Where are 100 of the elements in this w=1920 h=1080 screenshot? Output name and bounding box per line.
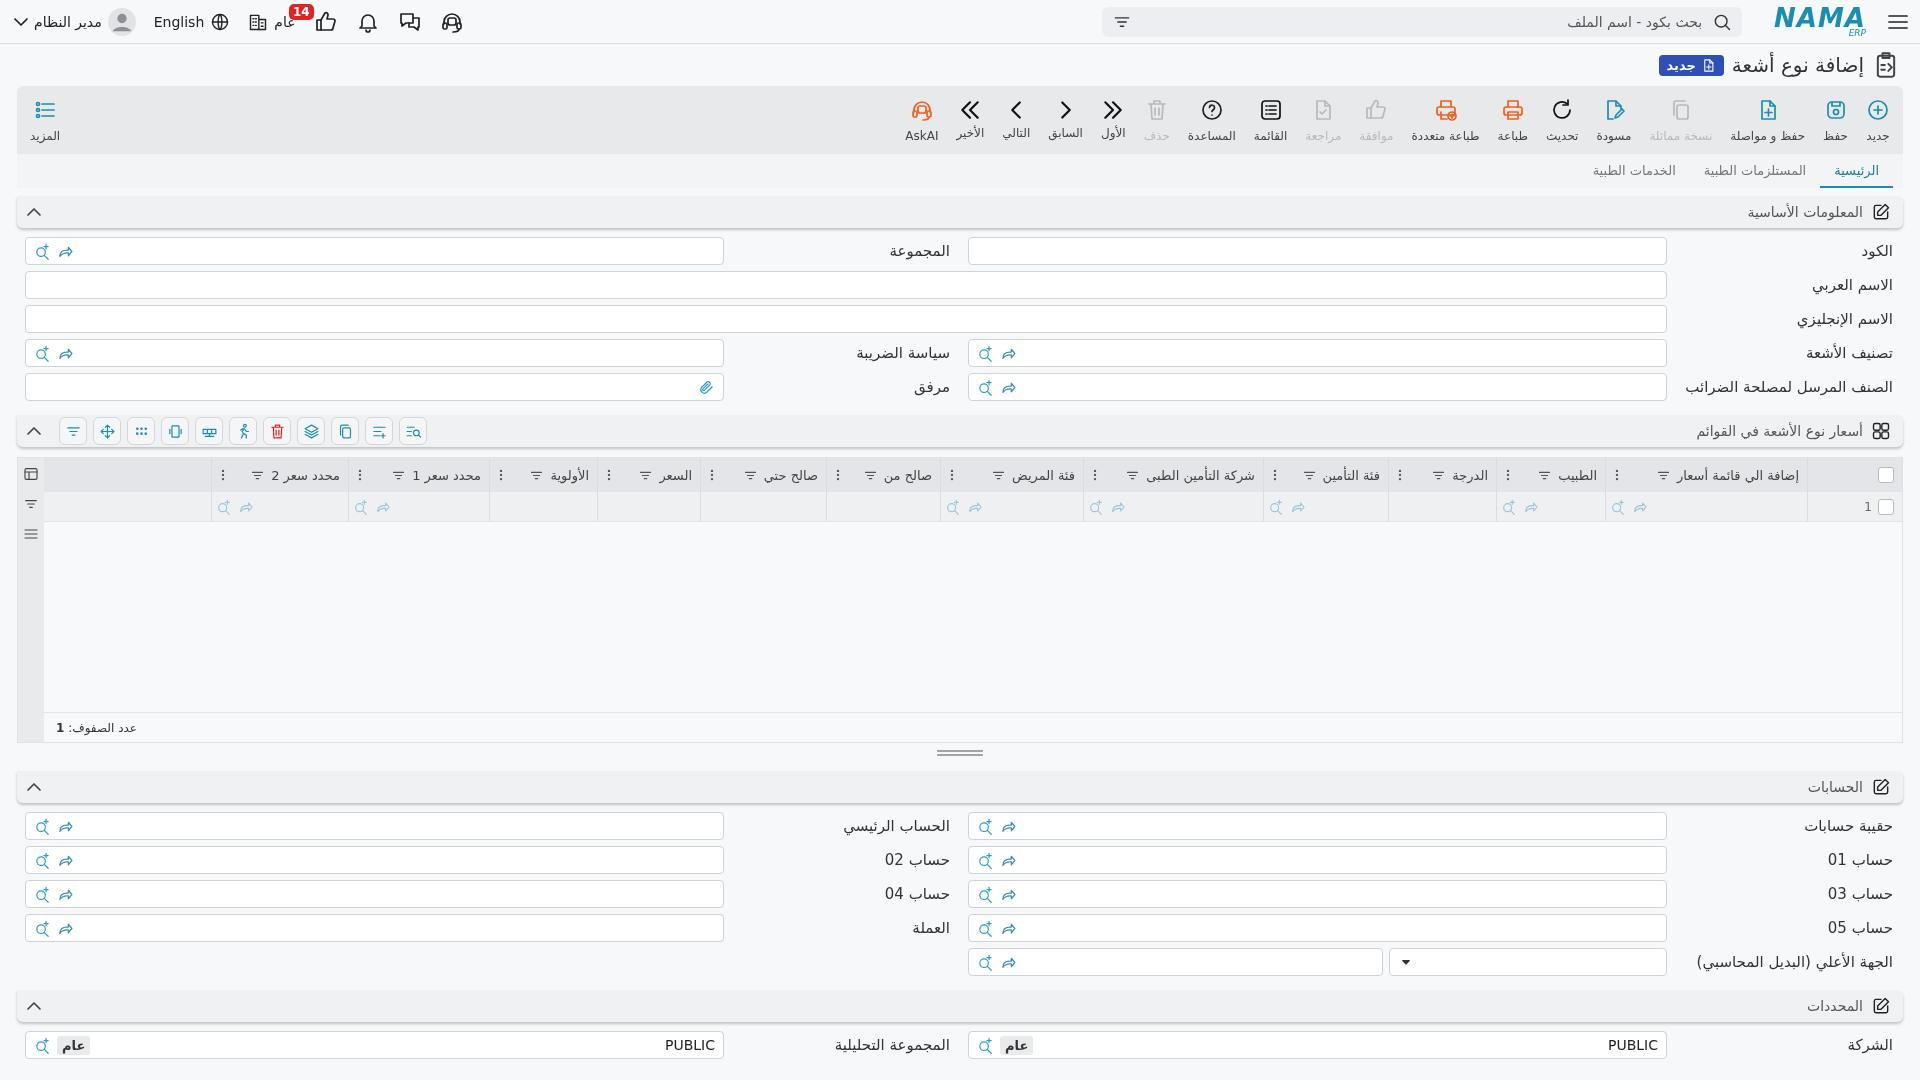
search-plus-icon[interactable] <box>34 919 51 937</box>
printer-icon <box>1500 97 1525 122</box>
lookup-field[interactable] <box>25 846 724 874</box>
search-plus-icon[interactable] <box>977 919 994 937</box>
menu-icon[interactable] <box>23 526 39 542</box>
resize-handle[interactable] <box>936 749 984 757</box>
search-plus-icon[interactable] <box>977 1036 994 1054</box>
lookup-field[interactable] <box>25 880 724 908</box>
checkbox[interactable] <box>1878 467 1894 483</box>
grid-tool-button[interactable] <box>297 417 325 445</box>
toolbar-button[interactable]: حفظ <box>1814 97 1857 143</box>
move-icon <box>98 422 116 440</box>
toolbar-button[interactable]: السابق <box>1039 100 1092 140</box>
text-field[interactable] <box>968 237 1667 265</box>
search-plus-icon[interactable] <box>353 498 369 515</box>
language-button[interactable]: English <box>153 11 231 32</box>
tab[interactable]: الرئيسية <box>1820 154 1893 188</box>
lookup-field[interactable] <box>25 812 724 840</box>
grid-tool-button[interactable] <box>331 417 359 445</box>
paperclip-icon[interactable] <box>698 378 715 396</box>
toolbar-button[interactable]: التالي <box>993 100 1040 140</box>
user-menu[interactable]: مدير النظام <box>14 7 136 36</box>
search-plus-icon[interactable] <box>1268 498 1284 515</box>
lookup-field[interactable] <box>968 339 1667 367</box>
tab[interactable]: المستلزمات الطبية <box>1689 154 1821 188</box>
field-label: الاسم الإنجليزي <box>1795 309 1894 331</box>
grid-tool-button[interactable] <box>365 417 393 445</box>
search-plus-icon[interactable] <box>34 242 51 260</box>
search-plus-icon[interactable] <box>977 851 994 869</box>
collapse-button[interactable] <box>27 427 41 435</box>
lookup-field[interactable] <box>25 339 724 367</box>
toolbar-button[interactable]: حفظ و مواصلة <box>1721 97 1815 143</box>
search-plus-icon[interactable] <box>216 498 232 515</box>
search-plus-icon[interactable] <box>977 885 994 903</box>
grid-tool-button[interactable] <box>127 417 155 445</box>
search-plus-icon[interactable] <box>1088 498 1104 515</box>
search-plus-icon[interactable] <box>977 953 994 971</box>
toolbar-button[interactable]: تحديث <box>1536 97 1588 143</box>
list-icon <box>1258 97 1283 122</box>
search-box[interactable]: بحث بكود - اسم الملف <box>1102 6 1743 37</box>
dropdown-field[interactable] <box>1389 948 1667 976</box>
column-header: الدرجة <box>1452 467 1488 483</box>
toolbar-button[interactable]: القائمة <box>1244 97 1297 143</box>
search-plus-icon[interactable] <box>1610 498 1626 515</box>
grid-tool-button[interactable] <box>263 417 291 445</box>
grid-tool-button[interactable] <box>161 417 189 445</box>
grid-tool-button[interactable] <box>195 417 223 445</box>
table-icon[interactable] <box>23 466 39 482</box>
checkbox[interactable] <box>1878 498 1894 515</box>
lookup-field[interactable] <box>968 846 1667 874</box>
grid-tool-button[interactable] <box>229 417 257 445</box>
logo-subtext: ERP <box>1848 29 1866 38</box>
toolbar-button[interactable]: المساعدة <box>1178 97 1245 143</box>
column-header: فئة التأمين <box>1322 467 1380 483</box>
field-label: الجهة الأعلي (البديل المحاسبي) <box>1695 951 1894 974</box>
more-button[interactable]: المزيد <box>21 97 70 143</box>
lookup-field[interactable] <box>968 812 1667 840</box>
search-plus-icon[interactable] <box>34 1036 51 1054</box>
lookup-field[interactable] <box>968 373 1667 401</box>
toolbar-button[interactable]: جديد <box>1857 97 1899 143</box>
search-plus-icon[interactable] <box>34 885 51 903</box>
lookup-field[interactable] <box>968 880 1667 908</box>
search-plus-icon[interactable] <box>34 817 51 835</box>
toolbar-button[interactable]: مسودة <box>1587 97 1641 143</box>
text-field[interactable] <box>25 305 1667 333</box>
collapse-button[interactable] <box>27 783 41 791</box>
toolbar-button[interactable]: الأخير <box>947 100 994 140</box>
collapse-button[interactable] <box>27 1002 41 1010</box>
field-label: تصنيف الأشعة <box>1804 342 1894 364</box>
toolbar-button[interactable]: الأول <box>1091 100 1135 140</box>
attachment-field[interactable] <box>25 373 724 401</box>
search-plus-icon[interactable] <box>977 344 994 362</box>
toolbar-button[interactable]: AskAI <box>896 97 948 143</box>
toolbar-button[interactable]: طباعة متعددة <box>1402 97 1489 143</box>
search-plus-icon[interactable] <box>945 498 961 515</box>
lookup-field[interactable] <box>968 914 1667 942</box>
search-plus-icon[interactable] <box>34 851 51 869</box>
search-plus-icon[interactable] <box>34 344 51 362</box>
section-title: المعلومات الأساسية <box>1747 204 1863 220</box>
grid-tool-button[interactable] <box>93 417 121 445</box>
globe-icon <box>210 11 231 32</box>
field-label: الشركة <box>1846 1035 1894 1056</box>
field-label: حساب 02 <box>883 850 951 871</box>
tab[interactable]: الخدمات الطبية <box>1578 154 1690 188</box>
search-plus-icon[interactable] <box>977 817 994 835</box>
field-label: حساب 03 <box>1826 884 1894 905</box>
collapse-button[interactable] <box>27 208 41 216</box>
approvals-button[interactable] <box>313 9 338 34</box>
lookup-field[interactable] <box>968 948 1383 976</box>
search-field[interactable]: بحث بكود - اسم الملف <box>1140 9 1705 34</box>
grid-tool-button[interactable] <box>399 417 427 445</box>
search-plus-icon[interactable] <box>977 378 994 396</box>
toolbar-button[interactable]: طباعة <box>1488 97 1537 143</box>
column-header: صالح حتي <box>763 467 818 483</box>
page-title: إضافة نوع أشعة <box>1731 53 1864 77</box>
grid-tool-button[interactable] <box>59 417 87 445</box>
lookup-field[interactable] <box>25 237 724 265</box>
text-field[interactable] <box>25 271 1667 299</box>
lookup-field[interactable] <box>25 914 724 942</box>
search-plus-icon[interactable] <box>1501 498 1517 515</box>
